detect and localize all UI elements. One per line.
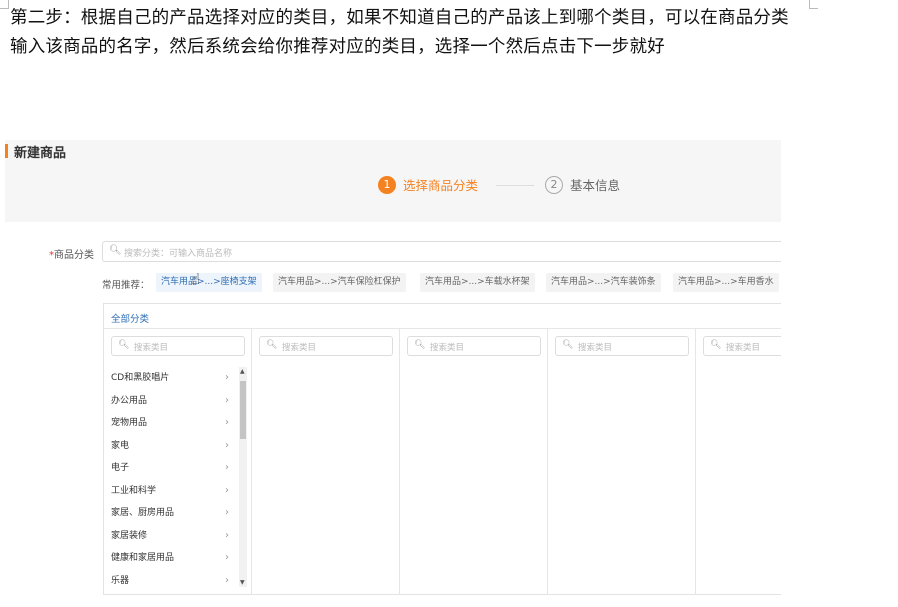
search-placeholder: 搜索类目 [578, 343, 613, 353]
recommend-label: 常用推荐： [102, 280, 150, 291]
column-search-input[interactable]: 🔍︎ 搜索类目 [111, 336, 245, 356]
search-icon: 🔍︎ [414, 340, 426, 350]
search-placeholder: 搜索类目 [726, 343, 761, 353]
page-title: 新建商品 [14, 146, 67, 161]
category-name: 家电 [111, 440, 130, 451]
column-search-input[interactable]: 🔍︎ 搜索类目 [703, 336, 781, 356]
category-item[interactable]: 电子 › [111, 457, 229, 480]
category-column-2: 🔍︎ 搜索类目 [252, 329, 400, 595]
scroll-down-icon[interactable]: ▼ [240, 579, 245, 586]
column-search-input[interactable]: 🔍︎ 搜索类目 [555, 336, 689, 356]
chevron-right-icon: › [225, 372, 229, 383]
recommend-chip[interactable]: 汽车用品>...>座椅支架 [156, 273, 262, 292]
hand-cursor-icon: ☝ [191, 270, 201, 288]
category-list: CD和黑胶唱片 › 办公用品 › 宠物用品 › 家电 › 电子 › 工业和科学 › 家居、厨… [111, 367, 229, 592]
category-panel: 全部分类 🔍︎ 搜索类目 CD和黑胶唱片 › 办公用品 › 宠物用品 › 家电 › 电子… [103, 303, 781, 595]
category-item[interactable]: 家电 › [111, 435, 229, 458]
title-accent-bar [5, 144, 8, 158]
search-placeholder: 搜索类目 [430, 343, 465, 353]
step-number: 1 [378, 175, 396, 194]
column-search-input[interactable]: 🔍︎ 搜索类目 [259, 336, 393, 356]
category-column-4: 🔍︎ 搜索类目 [548, 329, 696, 595]
category-item[interactable]: CD和黑胶唱片 › [111, 367, 229, 390]
embedded-screenshot: 新建商品 1 选择商品分类 2 基本信息 *商品分类 🔍︎ 搜索分类：可输入商品… [5, 140, 781, 595]
category-name: 健康和家居用品 [111, 553, 175, 563]
chevron-right-icon: › [225, 417, 229, 428]
category-name: 家居装修 [111, 530, 148, 541]
category-name: 工业和科学 [111, 485, 157, 496]
step-select-category: 1 选择商品分类 [378, 175, 478, 194]
category-item[interactable]: 家居装修 › [111, 525, 229, 548]
chevron-right-icon: › [225, 394, 229, 406]
search-placeholder: 搜索类目 [134, 343, 169, 353]
category-item[interactable]: 工业和科学 › [111, 480, 229, 503]
chevron-right-icon: › [225, 484, 229, 496]
step-connector [496, 185, 534, 186]
chevron-right-icon: › [225, 439, 229, 451]
step-label: 选择商品分类 [403, 178, 479, 193]
step-number: 2 [545, 175, 563, 194]
search-placeholder: 搜索类目 [282, 343, 317, 353]
column-search-input[interactable]: 🔍︎ 搜索类目 [407, 336, 541, 356]
search-icon: 🔍︎ [118, 340, 130, 350]
category-name: 乐器 [111, 575, 130, 586]
chevron-right-icon: › [225, 507, 229, 518]
category-item[interactable]: 乐器 › [111, 570, 229, 593]
search-placeholder: 搜索分类：可输入商品名称 [124, 249, 233, 259]
category-label-text: 商品分类 [54, 250, 94, 261]
search-icon: 🔍︎ [266, 340, 278, 350]
chevron-right-icon: › [225, 462, 229, 473]
recommend-chip[interactable]: 汽车用品>...>车载水杯架 [420, 273, 535, 292]
chevron-right-icon: › [225, 529, 229, 541]
chevron-right-icon: › [225, 552, 229, 563]
page-corner-mark [809, 0, 818, 9]
category-column-5: 🔍︎ 搜索类目 [696, 329, 781, 595]
chevron-right-icon: › [225, 574, 229, 586]
step-label: 基本信息 [570, 178, 621, 193]
category-item[interactable]: 健康和家居用品 › [111, 547, 229, 570]
category-search-input[interactable]: 🔍︎ 搜索分类：可输入商品名称 [102, 241, 781, 262]
category-column-1: 🔍︎ 搜索类目 CD和黑胶唱片 › 办公用品 › 宠物用品 › 家电 › 电子 › 工业和… [104, 329, 252, 595]
all-categories-tab[interactable]: 全部分类 [111, 311, 149, 325]
search-icon: 🔍︎ [562, 340, 574, 350]
category-item[interactable]: 家居、厨房用品 › [111, 502, 229, 525]
search-icon: 🔍︎ [109, 245, 122, 256]
recommend-chip[interactable]: 汽车用品>...>汽车装饰条 [546, 273, 661, 292]
category-name: 家居、厨房用品 [111, 508, 175, 518]
step-basic-info: 2 基本信息 [545, 175, 620, 194]
category-field-label: *商品分类 [49, 246, 94, 261]
scroll-up-icon[interactable]: ▲ [240, 368, 245, 375]
scrollbar-thumb[interactable] [240, 381, 246, 439]
search-icon: 🔍︎ [710, 340, 722, 350]
recommend-chip[interactable]: 汽车用品>...>汽车保险杠保护 [273, 273, 406, 292]
category-name: CD和黑胶唱片 [111, 373, 170, 383]
scrollbar[interactable]: ▲ ▼ [239, 367, 247, 587]
category-name: 办公用品 [111, 395, 148, 406]
category-item[interactable]: 办公用品 › [111, 390, 229, 413]
category-name: 宠物用品 [111, 418, 148, 428]
recommend-chip[interactable]: 汽车用品>...>车用香水 [673, 273, 779, 292]
instruction-text: 第二步：根据自己的产品选择对应的类目，如果不知道自己的产品该上到哪个类目，可以在… [10, 8, 789, 57]
category-column-3: 🔍︎ 搜索类目 [400, 329, 548, 595]
page-corner-mark [0, 0, 9, 9]
category-name: 电子 [111, 463, 130, 473]
category-item[interactable]: 宠物用品 › [111, 412, 229, 435]
